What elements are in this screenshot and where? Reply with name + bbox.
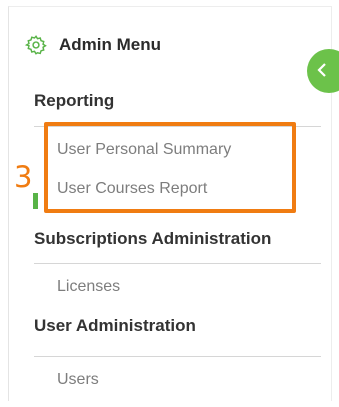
section-heading-user-administration: User Administration — [34, 316, 196, 335]
menu-item-users[interactable]: Users — [57, 371, 99, 389]
section-heading-subscriptions-administration: Subscriptions Administration — [34, 229, 272, 248]
admin-menu-title: Admin Menu — [59, 35, 161, 54]
chevron-left-icon — [317, 63, 326, 77]
section-heading-reporting: Reporting — [34, 91, 115, 110]
active-indicator — [33, 193, 38, 209]
gear-icon — [24, 34, 47, 56]
callout-number: 3 — [14, 160, 33, 194]
admin-menu-header: Admin Menu — [24, 30, 161, 60]
divider — [34, 263, 321, 264]
divider — [34, 356, 321, 357]
menu-item-licenses[interactable]: Licenses — [57, 278, 120, 296]
highlight-box — [44, 122, 296, 213]
